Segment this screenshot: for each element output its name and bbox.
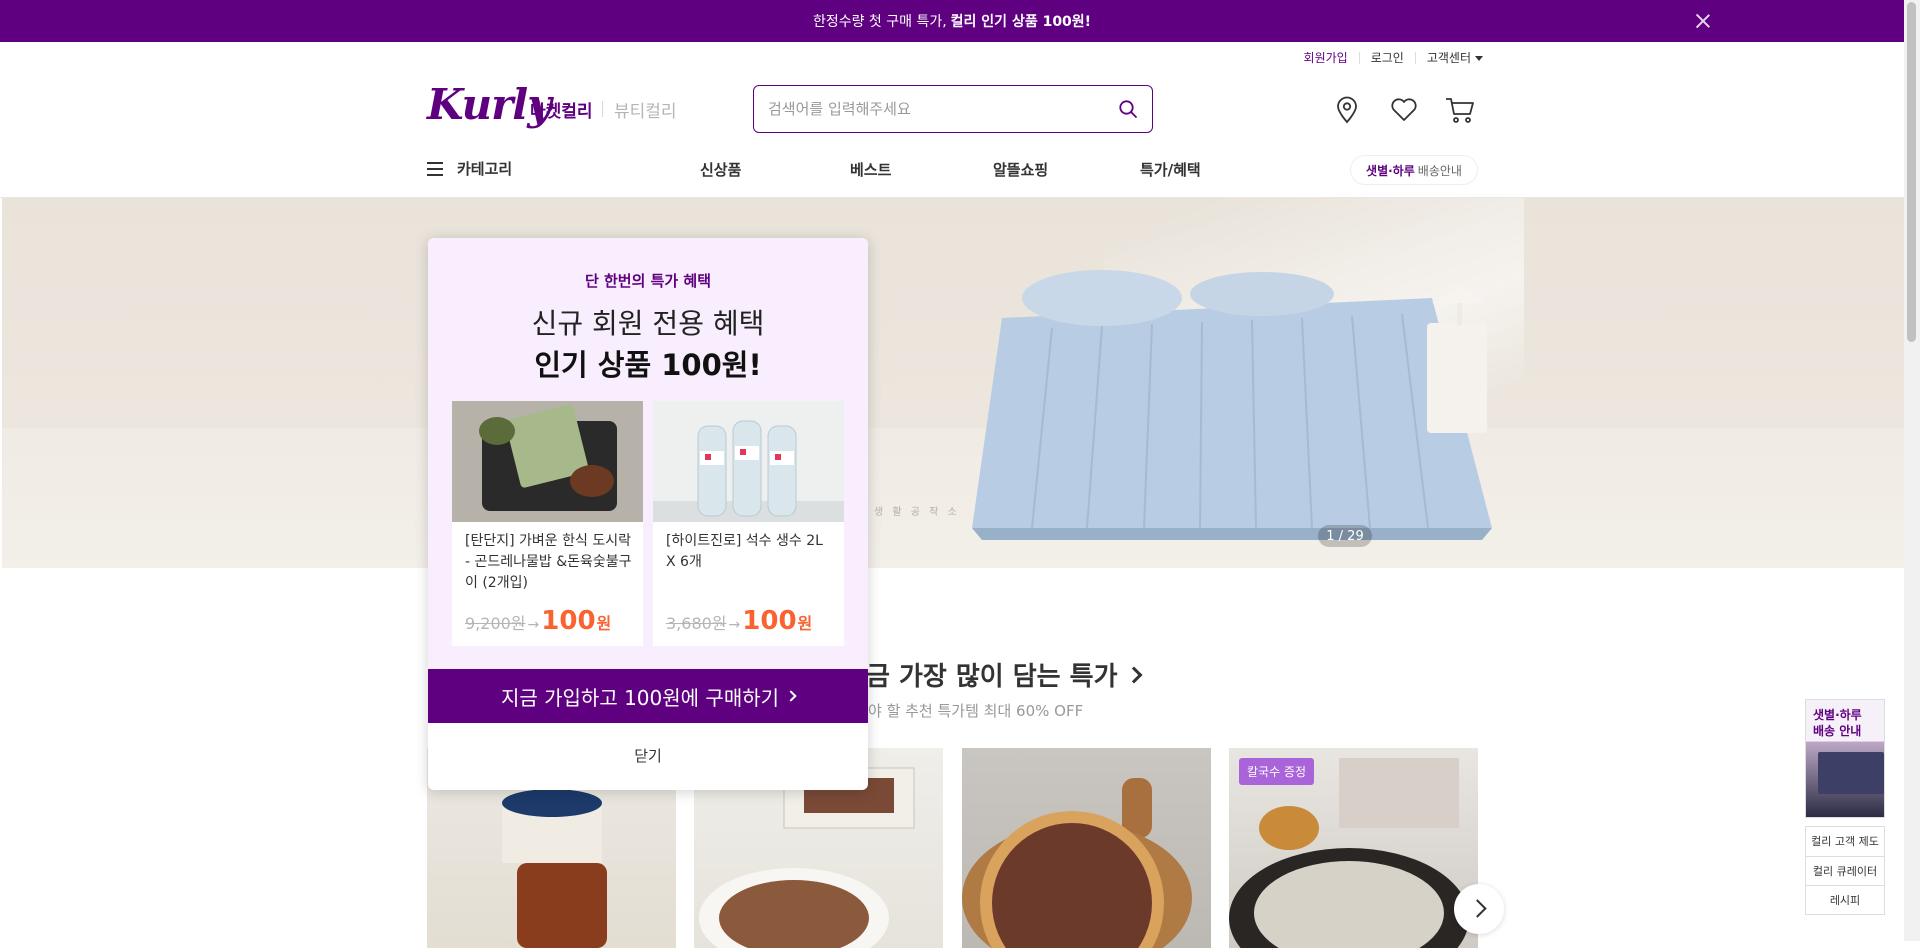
product-card[interactable]: 칼국수 증정 <box>1229 748 1478 948</box>
user-menu: 회원가입 로그인 고객센터 <box>1293 52 1494 64</box>
product-image <box>962 778 1192 948</box>
close-icon[interactable] <box>1692 10 1714 32</box>
location-pin-icon[interactable] <box>1334 96 1360 124</box>
product-card[interactable] <box>962 748 1211 948</box>
side-menu-item[interactable]: 레시피 <box>1806 885 1884 914</box>
side-menu-item[interactable]: 컬리 큐레이터 <box>1806 856 1884 885</box>
promo-text-bold: 컬리 인기 상품 100원! <box>950 14 1092 30</box>
side-banner-text: 샛별·하루 배송 안내 <box>1813 708 1862 738</box>
signup-cta-button[interactable]: 지금 가입하고 100원에 구매하기 <box>428 669 868 723</box>
price-unit: 원 <box>596 614 612 633</box>
sale-price: 100 <box>541 606 596 636</box>
side-menu: 컬리 고객 제도 컬리 큐레이터 레시피 <box>1805 826 1885 915</box>
delivery-info-button[interactable]: 샛별·하루 배송안내 <box>1350 155 1478 185</box>
search-input[interactable] <box>768 100 1118 118</box>
gnb-item-new[interactable]: 신상품 <box>700 159 741 180</box>
product-image <box>452 401 643 522</box>
delivery-bold: 샛별·하루 <box>1366 163 1415 178</box>
delivery-rest: 배송안내 <box>1417 163 1462 178</box>
cart-icon[interactable] <box>1444 95 1476 125</box>
product-image <box>653 401 844 522</box>
product-name: [하이트진로] 석수 생수 2L X 6개 <box>666 533 823 570</box>
signup-link[interactable]: 회원가입 <box>1293 52 1359 64</box>
promo-badge: 칼국수 증정 <box>1239 758 1315 785</box>
popup-headline-bold: 인기 상품 100원! <box>534 348 762 382</box>
search-icon[interactable] <box>1118 99 1138 119</box>
gnb-item-special[interactable]: 특가/혜택 <box>1140 159 1201 180</box>
gnb-item-bargain[interactable]: 알뜰쇼핑 <box>993 159 1048 180</box>
support-label: 고객센터 <box>1426 51 1471 65</box>
gnb-item-best[interactable]: 베스트 <box>850 159 891 180</box>
arrow-icon: → <box>527 617 540 633</box>
popup-product-card[interactable]: [하이트진로] 석수 생수 2L X 6개 3,680원 → 100 원 <box>653 401 844 646</box>
arrow-icon: → <box>728 617 741 633</box>
side-menu-item[interactable]: 컬리 고객 제도 <box>1806 827 1884 856</box>
scrollbar-thumb[interactable] <box>1907 2 1916 342</box>
carousel-next-button[interactable] <box>1454 884 1504 934</box>
tab-market-kurly[interactable]: 마켓컬리 <box>530 97 593 122</box>
hero-banner[interactable]: 생 활 공 작 소 1 / 29 <box>2 198 1904 568</box>
heart-icon[interactable] <box>1389 96 1419 124</box>
hamburger-icon <box>427 161 443 176</box>
original-price: 9,200원 <box>465 614 526 633</box>
price-row: 3,680원 → 100 원 <box>666 606 812 636</box>
hero-bed-image <box>972 270 1492 540</box>
search-bar <box>753 85 1153 133</box>
tab-divider <box>602 101 603 117</box>
product-name: [탄단지] 가벼운 한식 도시락 - 곤드레나물밥 &돈육숯불구이 (2개입) <box>465 533 632 591</box>
sale-price: 100 <box>742 606 797 636</box>
truck-image <box>1818 752 1884 794</box>
chevron-right-icon <box>1125 666 1142 683</box>
popup-kicker: 단 한번의 특가 혜택 <box>584 272 712 290</box>
popup-product-card[interactable]: [탄단지] 가벼운 한식 도시락 - 곤드레나물밥 &돈육숯불구이 (2개입) … <box>452 401 643 646</box>
promo-text: 한정수량 첫 구매 특가, <box>812 14 947 30</box>
side-delivery-banner[interactable]: 샛별·하루 배송 안내 <box>1805 699 1885 818</box>
promo-banner[interactable]: 한정수량 첫 구매 특가, 컬리 인기 상품 100원! <box>0 0 1904 42</box>
original-price: 3,680원 <box>666 614 727 633</box>
caret-down-icon <box>1475 56 1483 61</box>
login-link[interactable]: 로그인 <box>1358 52 1415 64</box>
slide-counter: 1 / 29 <box>1318 525 1372 547</box>
chevron-right-icon <box>785 690 797 702</box>
cta-label: 지금 가입하고 100원에 구매하기 <box>500 685 780 710</box>
price-row: 9,200원 → 100 원 <box>465 606 611 636</box>
price-unit: 원 <box>797 614 813 633</box>
hero-stamp: 생 활 공 작 소 <box>874 507 960 518</box>
signup-promo-popup: 단 한번의 특가 혜택 신규 회원 전용 혜택 인기 상품 100원! [탄단지… <box>428 238 868 790</box>
section-title-text: 금 가장 많이 담는 특가 <box>866 662 1118 692</box>
support-menu[interactable]: 고객센터 <box>1414 51 1494 65</box>
category-label: 카테고리 <box>457 160 513 178</box>
tab-beauty-kurly[interactable]: 뷰티컬리 <box>614 97 677 122</box>
category-menu[interactable]: 카테고리 <box>427 158 512 179</box>
popup-close-button[interactable]: 닫기 <box>428 734 868 778</box>
section-subtitle: 야 할 추천 특가템 최대 60% OFF <box>868 702 1084 720</box>
section-title[interactable]: 금 가장 많이 담는 특가 <box>866 656 1142 693</box>
popup-headline: 신규 회원 전용 혜택 <box>531 307 765 340</box>
